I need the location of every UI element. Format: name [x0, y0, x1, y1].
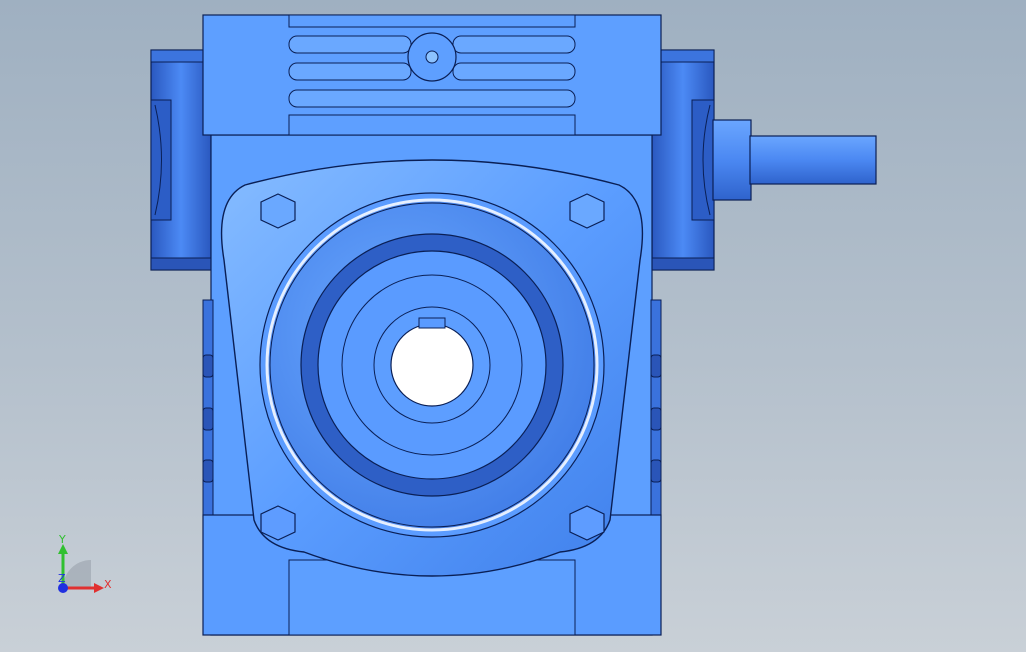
top-vent-block — [202, 14, 662, 136]
triad-z-label: Z — [58, 572, 66, 585]
cad-viewport[interactable]: Y X Z — [0, 0, 1026, 652]
gearbox-model[interactable]: Y X Z — [0, 0, 1026, 652]
output-bore — [259, 192, 605, 538]
triad-x-label: X — [104, 578, 112, 591]
left-housing-boss — [150, 49, 212, 271]
triad-y-label: Y — [58, 533, 66, 546]
input-shaft — [712, 119, 877, 201]
coordinate-triad: Y X Z — [58, 533, 112, 593]
